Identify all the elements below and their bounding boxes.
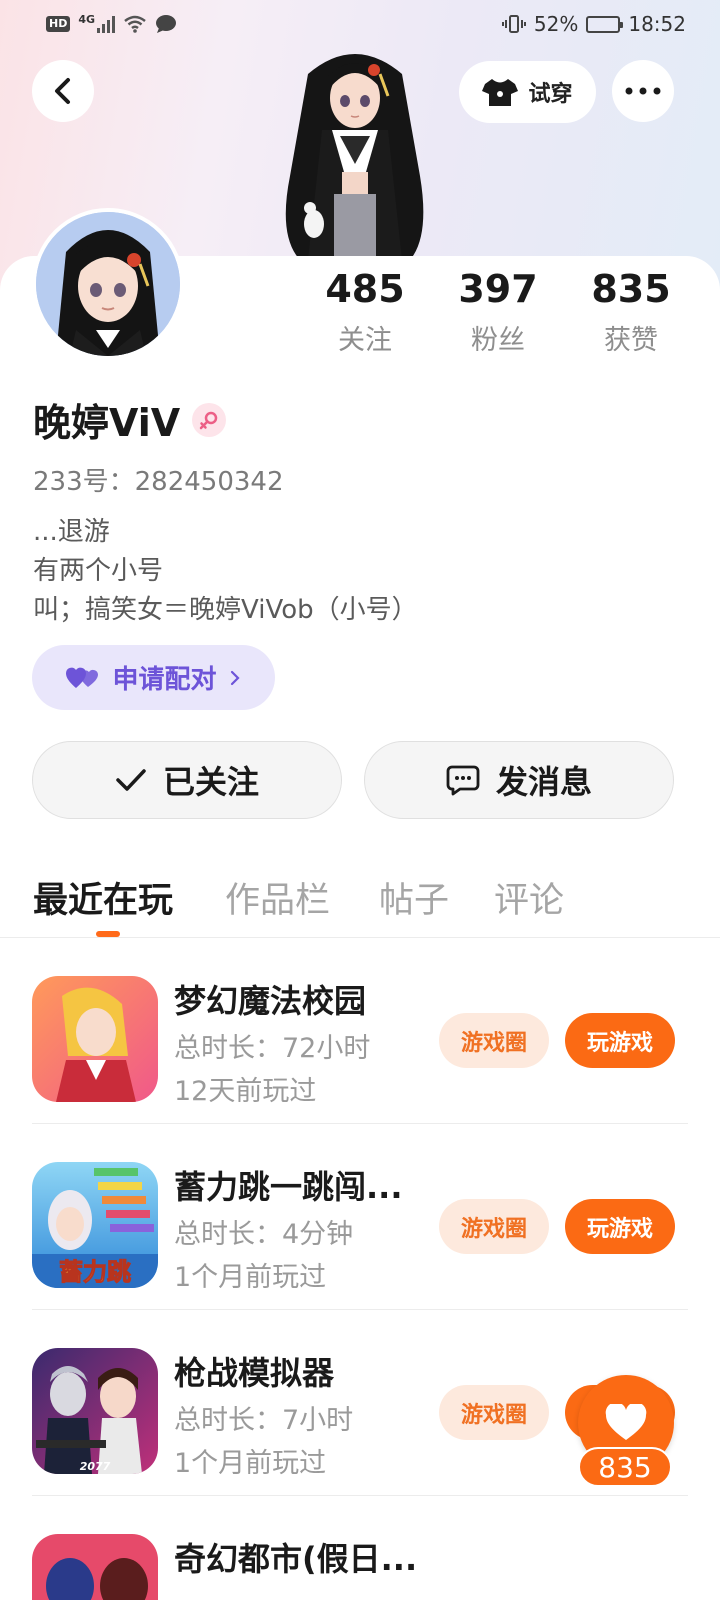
tshirt-icon — [482, 79, 519, 106]
game-title: 奇幻都市(假日... — [174, 1540, 418, 1578]
followers-count: 397 — [458, 267, 538, 311]
game-icon: 2077 — [32, 1348, 158, 1474]
avatar-image — [36, 212, 180, 356]
user-bio: ...退游 有两个小号 叫；搞笑女＝晚婷ViVob（小号） — [33, 513, 418, 630]
back-chevron-icon — [55, 78, 70, 104]
send-message-label: 发消息 — [495, 763, 592, 801]
tab-posts[interactable]: 帖子 — [379, 872, 449, 923]
heart-icon — [605, 1404, 647, 1440]
female-icon — [192, 402, 227, 437]
game-row[interactable]: 梦幻魔法校园 总时长：72小时 12天前玩过 游戏圈 玩游戏 — [0, 938, 720, 1124]
stat-followers[interactable]: 397 粉丝 — [443, 266, 553, 357]
battery-icon — [586, 15, 624, 33]
game-last-played: 1个月前玩过 — [174, 1448, 327, 1479]
battery-percent: 52% — [533, 12, 579, 36]
game-last-played: 12天前玩过 — [174, 1076, 317, 1107]
game-icon: 蓄力跳 — [32, 1162, 158, 1288]
followed-label: 已关注 — [162, 763, 259, 801]
tab-comments[interactable]: 评论 — [494, 872, 564, 923]
play-game-button[interactable]: 玩游戏 — [565, 1013, 675, 1068]
tab-recently-played[interactable]: 最近在玩 — [33, 872, 173, 923]
user-name-row: 晚婷ViV — [33, 392, 227, 447]
bio-line: 有两个小号 — [33, 556, 164, 586]
back-button[interactable] — [32, 60, 94, 122]
bio-line: 叫；搞笑女＝晚婷ViVob（小号） — [33, 595, 418, 625]
message-bubble-icon — [446, 765, 480, 796]
game-circle-button[interactable]: 游戏圈 — [439, 1013, 549, 1068]
more-dots-icon — [625, 87, 661, 95]
stat-following[interactable]: 485 关注 — [310, 266, 420, 357]
status-bar: HD 4G 52% 18:52 — [0, 0, 720, 48]
chevron-right-icon — [230, 670, 240, 685]
followers-label: 粉丝 — [471, 325, 525, 356]
chat-notification-icon — [156, 15, 177, 33]
game-title: 枪战模拟器 — [174, 1354, 335, 1392]
avatar[interactable] — [32, 208, 184, 360]
check-icon — [116, 769, 146, 791]
game-icon-text: 蓄力跳 — [59, 1258, 131, 1286]
game-duration: 总时长：72小时 — [174, 1033, 371, 1064]
stat-likes[interactable]: 835 获赞 — [576, 266, 686, 357]
send-message-button[interactable]: 发消息 — [364, 741, 674, 819]
game-title: 蓄力跳一跳闯... — [174, 1168, 403, 1206]
game-title: 梦幻魔法校园 — [174, 982, 367, 1020]
game-row[interactable]: 奇幻都市(假日... — [0, 1496, 720, 1600]
likes-label: 获赞 — [604, 325, 658, 356]
signal-icon — [97, 15, 116, 33]
hd-badge: HD — [46, 16, 71, 32]
game-icon — [32, 976, 158, 1102]
game-last-played: 1个月前玩过 — [174, 1262, 327, 1293]
try-on-button[interactable]: 试穿 — [459, 61, 596, 123]
double-heart-icon — [66, 667, 99, 688]
apply-pairing-label: 申请配对 — [112, 665, 217, 695]
followed-button[interactable]: 已关注 — [32, 741, 342, 819]
character-avatar-illustration — [285, 54, 424, 260]
like-count-badge: 835 — [578, 1447, 672, 1487]
game-duration: 总时长：7小时 — [174, 1405, 354, 1436]
user-id: 233号：282450342 — [33, 467, 284, 497]
likes-count: 835 — [591, 267, 671, 311]
user-name: 晚婷ViV — [33, 401, 181, 445]
clock: 18:52 — [628, 12, 686, 36]
game-duration: 总时长：4分钟 — [174, 1219, 354, 1250]
game-circle-button[interactable]: 游戏圈 — [439, 1385, 549, 1440]
apply-pairing-button[interactable]: 申请配对 — [32, 645, 275, 710]
game-row[interactable]: 蓄力跳 蓄力跳一跳闯... 总时长：4分钟 1个月前玩过 游戏圈 玩游戏 — [0, 1124, 720, 1310]
bio-line: ...退游 — [33, 517, 110, 547]
game-icon-text: 2077 — [80, 1460, 111, 1473]
try-on-label: 试穿 — [528, 82, 573, 107]
game-icon — [32, 1534, 158, 1600]
following-count: 485 — [325, 267, 405, 311]
tab-works[interactable]: 作品栏 — [225, 872, 330, 923]
network-type: 4G — [78, 12, 96, 26]
more-button[interactable] — [612, 60, 674, 122]
vibrate-icon — [501, 15, 526, 33]
following-label: 关注 — [338, 325, 392, 356]
game-circle-button[interactable]: 游戏圈 — [439, 1199, 549, 1254]
play-game-button[interactable]: 玩游戏 — [565, 1199, 675, 1254]
wifi-icon — [124, 15, 146, 33]
